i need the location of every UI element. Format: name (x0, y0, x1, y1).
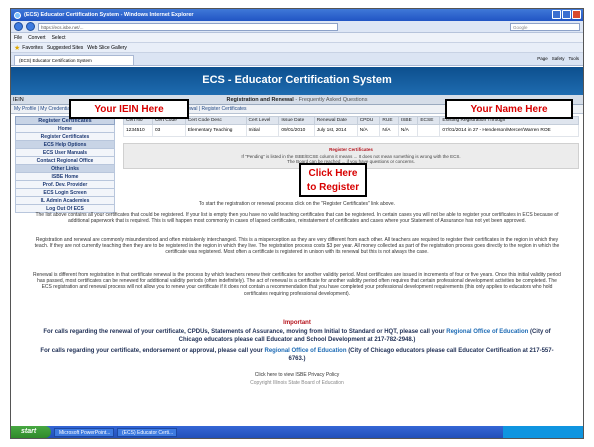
web-page: ECS - Educator Certification System IEIN… (11, 67, 583, 438)
star-icon: ★ (14, 44, 21, 52)
table-cell: July 1st, 2014 (313, 124, 358, 137)
column-header: Cert Code Desc (184, 116, 247, 125)
fav-suggested-sites[interactable]: Suggested Sites (47, 45, 83, 51)
sidebar-item-ecs-login-screen[interactable]: ECS Login Screen (15, 189, 115, 197)
taskbar-powerpoint[interactable]: Microsoft PowerPoint... (54, 427, 114, 437)
address-bar: https://ecs.isbe.net/... Google (11, 21, 583, 33)
cmd-safety[interactable]: Safety (552, 56, 565, 61)
cmd-page[interactable]: Page (537, 56, 548, 61)
tab-bar: (ECS) Educator Certification System Page… (11, 53, 583, 66)
call-info-2: For calls regarding your certificate, en… (40, 348, 554, 362)
column-header: Renewal Date (313, 116, 358, 125)
faq-link[interactable]: - Frequently Asked Questions (295, 97, 367, 103)
sidebar-item-register-certificates[interactable]: Register Certificates (15, 133, 115, 141)
sidebar-item-other-links: Other Links (15, 165, 115, 173)
favorites-bar: ★ Favorites Suggested Sites Web Slice Ga… (11, 43, 583, 53)
window-title: (ECS) Educator Certification System - Wi… (24, 12, 194, 18)
search-input[interactable]: Google (510, 22, 580, 31)
sidebar-item-prof-dev-provider[interactable]: Prof. Dev. Provider (15, 181, 115, 189)
browser-window: (ECS) Educator Certification System - Wi… (10, 8, 584, 439)
sidebar-item-isbe-home[interactable]: ISBE Home (15, 173, 115, 181)
title-bar: (ECS) Educator Certification System - Wi… (11, 9, 583, 21)
cmd-tools[interactable]: Tools (568, 56, 579, 61)
toolbar-menu: File Convert Select (11, 33, 583, 43)
taskbar: start Microsoft PowerPoint... (ECS) Educ… (11, 426, 583, 438)
column-header: ISBE (397, 116, 419, 125)
roe-link-1[interactable]: Regional Office of Education (446, 329, 528, 335)
system-tray (503, 426, 583, 438)
menu-convert[interactable]: Convert (28, 35, 46, 41)
command-bar: Page Safety Tools (537, 56, 579, 61)
table-cell: Elementary Teaching (184, 124, 247, 137)
column-header: RUE (379, 116, 399, 125)
paragraph-3: Renewal is different from registration i… (33, 272, 561, 297)
certificates-table: Cert No Cert Code Cert Code Desc Cert Level… (123, 116, 579, 137)
site-title: ECS - Educator Certification System (202, 74, 392, 86)
roe-link-2[interactable]: Regional Office of Education (265, 348, 347, 354)
sidebar-item-ecs-help-options: ECS Help Options (15, 141, 115, 149)
sidebar-item-home[interactable]: Home (15, 125, 115, 133)
column-header: CPDU (356, 116, 381, 125)
table-cell: 09/01/2010 (278, 124, 315, 137)
sidebar-item-ecs-user-manuals[interactable]: ECS User Manuals (15, 149, 115, 157)
main-content: Cert No Cert Code Cert Code Desc Cert Level… (123, 116, 579, 169)
table-row: 1234510 03 Elementary Teaching Initial 09/01… (123, 124, 579, 137)
back-button[interactable] (14, 22, 23, 31)
name-annotation: Your Name Here (445, 99, 573, 119)
copyright: Copyright Illinois State Board of Educat… (250, 380, 344, 386)
window-controls (552, 10, 581, 19)
table-cell: N/A (397, 124, 419, 137)
tab-ecs[interactable]: (ECS) Educator Certification System (14, 55, 134, 65)
taskbar-ie[interactable]: (ECS) Educator Certi... (117, 427, 177, 437)
address-input[interactable]: https://ecs.isbe.net/... (38, 22, 338, 31)
table-cell: N/A (356, 124, 381, 137)
table-cell: 03 (151, 124, 186, 137)
table-cell: 1234510 (123, 124, 153, 137)
fav-web-slice[interactable]: Web Slice Gallery (87, 45, 127, 51)
start-instructions: To start the registration or renewal pro… (198, 201, 396, 207)
paragraph-1: The list above contains all your certifi… (35, 212, 559, 225)
click-here-annotation: Click Here to Register (299, 163, 367, 197)
site-banner: ECS - Educator Certification System (11, 67, 583, 95)
menu-file[interactable]: File (14, 35, 22, 41)
register-certificates-link[interactable]: Register Certificates (124, 147, 578, 152)
iein-annotation: Your IEIN Here (69, 99, 189, 119)
favorites-button[interactable]: ★ Favorites (14, 44, 43, 52)
favorites-label: Favorites (22, 44, 43, 51)
call-info-1: For calls regarding the renewal of your … (43, 329, 551, 343)
important-heading: Important (283, 320, 311, 326)
column-header: ECSE (417, 116, 441, 125)
table-cell (417, 124, 441, 137)
column-header: Issue Date (278, 116, 315, 125)
table-cell: Initial (245, 124, 280, 137)
maximize-button[interactable] (562, 10, 571, 19)
minimize-button[interactable] (552, 10, 561, 19)
menu-select[interactable]: Select (52, 35, 66, 41)
table-cell: 07/01/2014 in 27 - Henderson/Mercer/Warr… (439, 124, 579, 137)
ie-icon (14, 11, 21, 19)
privacy-link[interactable]: Click here to view ISBE Privacy Policy (33, 372, 561, 378)
start-button[interactable]: start (11, 426, 51, 438)
table-cell: N/A (379, 124, 399, 137)
sidebar: Register Certificates Home Register Certif… (15, 116, 115, 213)
close-button[interactable] (572, 10, 581, 19)
column-header: Cert Level (245, 116, 280, 125)
paragraph-2: Registration and renewal are commonly mi… (34, 237, 560, 256)
forward-button[interactable] (26, 22, 35, 31)
sidebar-item-contact-regional-office[interactable]: Contact Regional Office (15, 157, 115, 165)
